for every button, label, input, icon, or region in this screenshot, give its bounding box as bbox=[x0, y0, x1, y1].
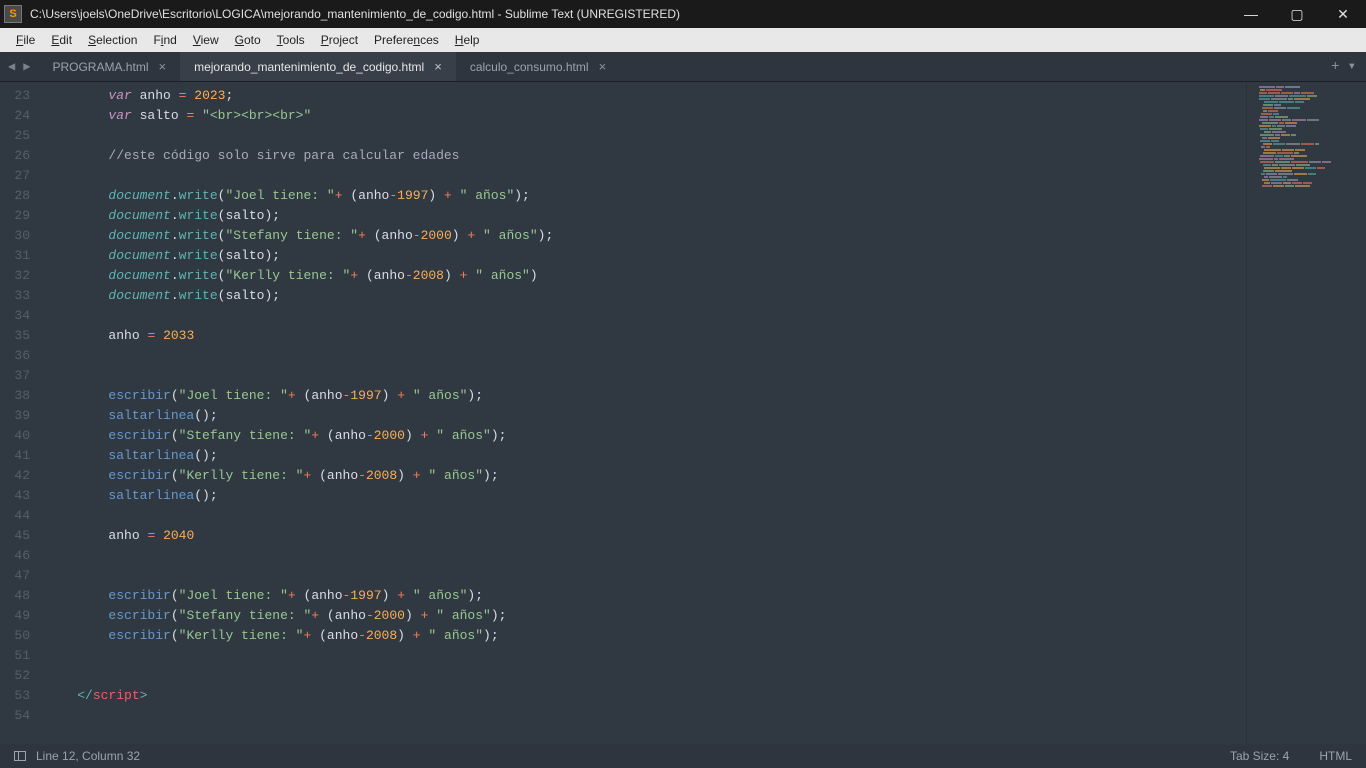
new-tab-icon[interactable]: + bbox=[1331, 59, 1339, 75]
menu-goto[interactable]: Goto bbox=[227, 31, 269, 49]
window-title: C:\Users\joels\OneDrive\Escritorio\LOGIC… bbox=[30, 7, 680, 21]
line-numbers-gutter: 2324252627282930313233343536373839404142… bbox=[0, 82, 46, 744]
menu-preferences[interactable]: Preferences bbox=[366, 31, 447, 49]
tab-label: PROGRAMA.html bbox=[52, 60, 148, 74]
syntax-mode[interactable]: HTML bbox=[1319, 749, 1352, 763]
tab-close-icon[interactable]: × bbox=[434, 59, 442, 74]
menu-selection[interactable]: Selection bbox=[80, 31, 145, 49]
minimap[interactable] bbox=[1246, 82, 1366, 744]
tab-programa[interactable]: PROGRAMA.html × bbox=[38, 52, 180, 81]
tab-label: calculo_consumo.html bbox=[470, 60, 589, 74]
tab-mejorando[interactable]: mejorando_mantenimiento_de_codigo.html × bbox=[180, 52, 456, 81]
maximize-button[interactable]: ▢ bbox=[1274, 0, 1320, 28]
tab-size[interactable]: Tab Size: 4 bbox=[1230, 749, 1289, 763]
close-button[interactable]: ✕ bbox=[1320, 0, 1366, 28]
tab-history-forward-icon[interactable]: ▶ bbox=[21, 59, 32, 74]
tabbar: ◀ ▶ PROGRAMA.html × mejorando_mantenimie… bbox=[0, 52, 1366, 82]
tab-label: mejorando_mantenimiento_de_codigo.html bbox=[194, 60, 424, 74]
tab-calculo[interactable]: calculo_consumo.html × bbox=[456, 52, 620, 81]
editor-area: 2324252627282930313233343536373839404142… bbox=[0, 82, 1366, 744]
tab-close-icon[interactable]: × bbox=[599, 59, 607, 74]
cursor-position[interactable]: Line 12, Column 32 bbox=[36, 749, 140, 763]
window-titlebar: S C:\Users\joels\OneDrive\Escritorio\LOG… bbox=[0, 0, 1366, 28]
minimize-button[interactable]: — bbox=[1228, 0, 1274, 28]
tab-close-icon[interactable]: × bbox=[158, 59, 166, 74]
app-icon: S bbox=[4, 5, 22, 23]
tab-history-back-icon[interactable]: ◀ bbox=[6, 59, 17, 74]
menu-help[interactable]: Help bbox=[447, 31, 488, 49]
menu-file[interactable]: File bbox=[8, 31, 43, 49]
menu-edit[interactable]: Edit bbox=[43, 31, 80, 49]
side-panel-toggle-icon[interactable] bbox=[14, 751, 26, 761]
tab-menu-icon[interactable]: ▾ bbox=[1348, 58, 1356, 75]
statusbar: Line 12, Column 32 Tab Size: 4 HTML bbox=[0, 744, 1366, 768]
menubar: File Edit Selection Find View Goto Tools… bbox=[0, 28, 1366, 52]
code-editor[interactable]: var anho = 2023; var salto = "<br><br><b… bbox=[46, 82, 1246, 744]
menu-view[interactable]: View bbox=[185, 31, 227, 49]
menu-project[interactable]: Project bbox=[313, 31, 366, 49]
menu-tools[interactable]: Tools bbox=[269, 31, 313, 49]
menu-find[interactable]: Find bbox=[145, 31, 184, 49]
